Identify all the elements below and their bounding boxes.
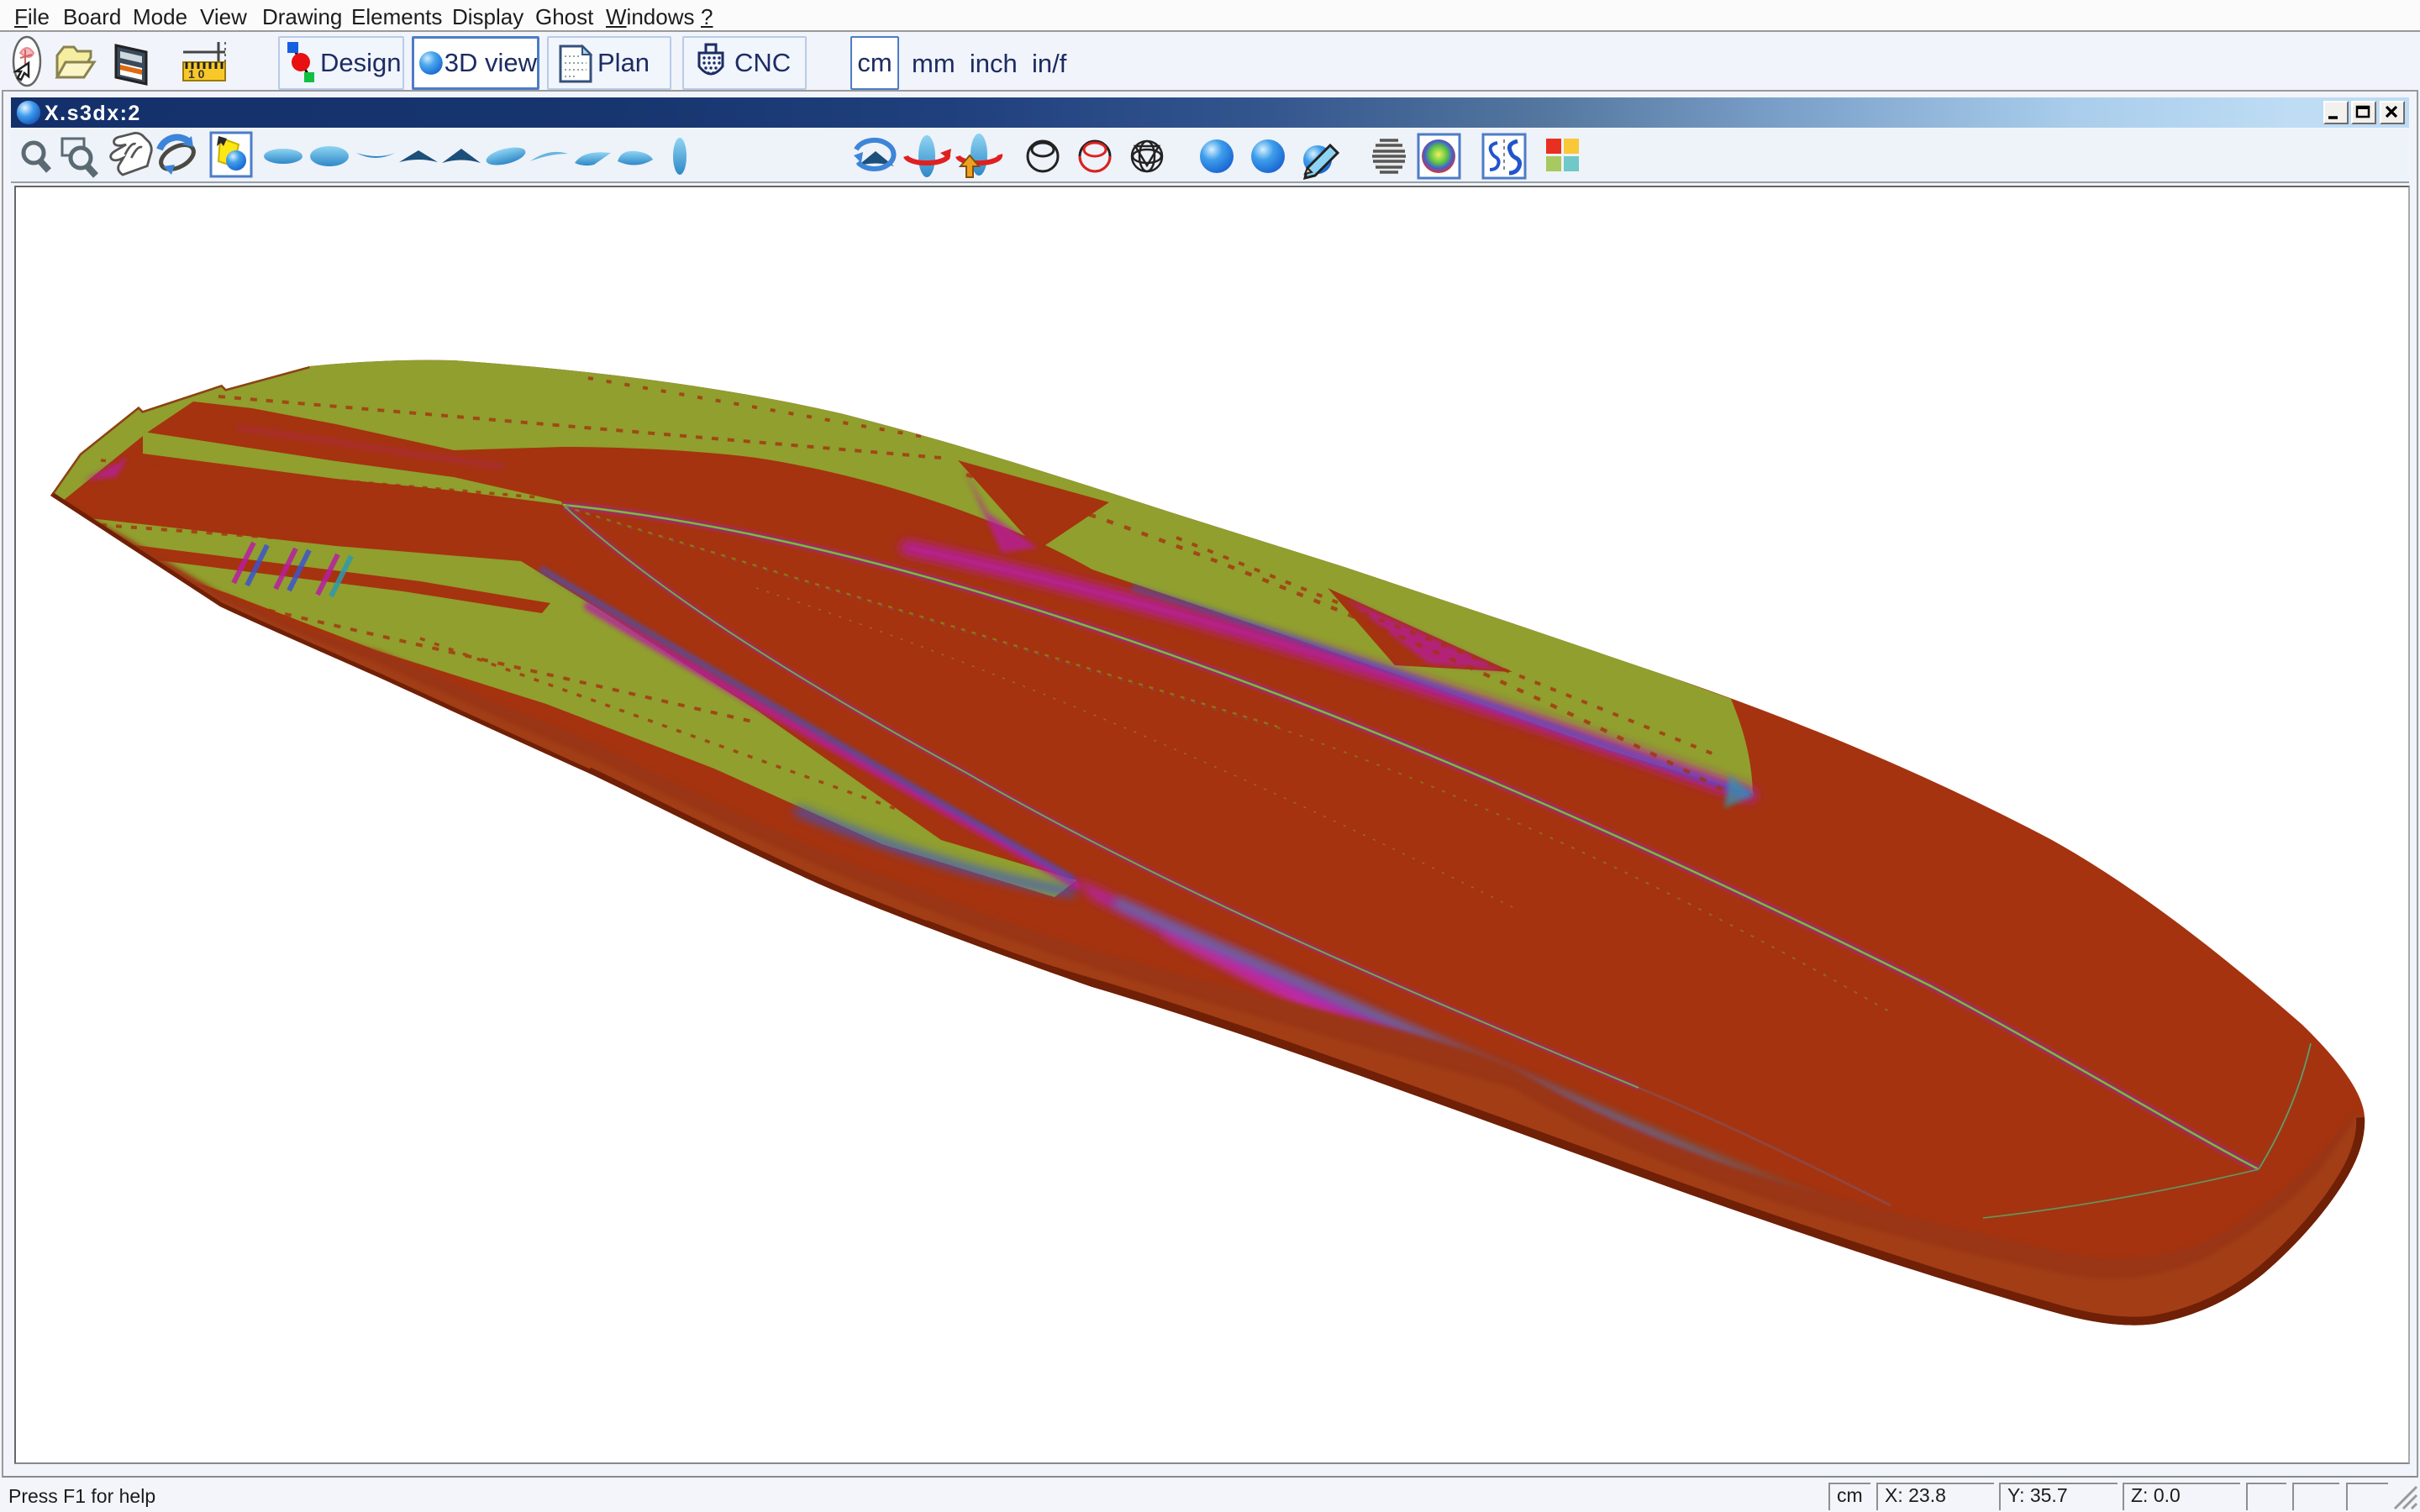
svg-text:1 0: 1 0 (188, 67, 205, 81)
